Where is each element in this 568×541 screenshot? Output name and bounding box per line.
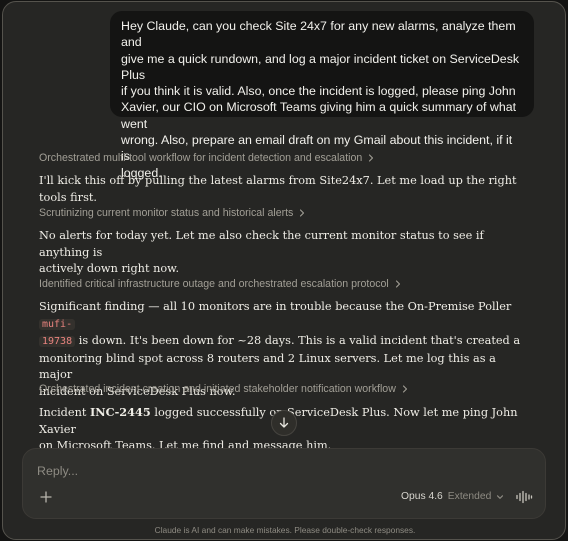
ai-disclaimer: Claude is AI and can make mistakes. Plea… bbox=[154, 525, 416, 535]
incident-id: INC-2445 bbox=[90, 405, 151, 419]
reply-composer: Opus 4.6 Extended bbox=[22, 448, 546, 519]
chevron-down-icon bbox=[497, 494, 504, 499]
inline-code-poller: mufi- bbox=[39, 318, 76, 330]
chevron-right-icon bbox=[395, 280, 400, 288]
thinking-step-4[interactable]: Orchestrated incident creation and initi… bbox=[39, 383, 409, 395]
thinking-step-1[interactable]: Orchestrated multi-tool workflow for inc… bbox=[39, 152, 375, 164]
thinking-step-label: Identified critical infrastructure outag… bbox=[39, 278, 389, 290]
chevron-right-icon bbox=[369, 154, 374, 162]
response-line: monitoring blind spot across 8 routers a… bbox=[39, 351, 496, 382]
assistant-response-2: No alerts for today yet. Let me also che… bbox=[39, 228, 529, 278]
thinking-step-2[interactable]: Scrutinizing current monitor status and … bbox=[39, 207, 306, 219]
thinking-step-3[interactable]: Identified critical infrastructure outag… bbox=[39, 278, 402, 290]
model-selector[interactable]: Opus 4.6 Extended bbox=[401, 491, 504, 502]
user-message-line: if you think it is valid. Also, once the… bbox=[121, 84, 516, 99]
response-text: is down. It's been down for ~28 days. Th… bbox=[75, 334, 521, 347]
response-line: 19738 is down. It's been down for ~28 da… bbox=[39, 333, 529, 351]
voice-waveform-icon[interactable] bbox=[515, 490, 533, 504]
scroll-to-bottom-button[interactable] bbox=[271, 410, 297, 436]
thinking-step-label: Scrutinizing current monitor status and … bbox=[39, 207, 294, 219]
response-text: Significant finding — all 10 monitors ar… bbox=[39, 300, 512, 313]
response-line: I'll kick this off by pulling the latest… bbox=[39, 174, 517, 204]
chat-window: Hey Claude, can you check Site 24x7 for … bbox=[2, 1, 566, 540]
thinking-step-label: Orchestrated multi-tool workflow for inc… bbox=[39, 152, 363, 164]
user-message-line: give me a quick rundown, and log a major… bbox=[121, 51, 520, 82]
response-line: actively down right now. bbox=[39, 262, 180, 275]
reply-input[interactable] bbox=[37, 461, 517, 481]
response-line: No alerts for today yet. Let me also che… bbox=[39, 229, 484, 259]
user-message-line: Hey Claude, can you check Site 24x7 for … bbox=[121, 19, 516, 50]
mode-label: Extended bbox=[447, 491, 492, 502]
arrow-down-icon bbox=[279, 417, 289, 428]
model-name: Opus 4.6 bbox=[401, 491, 443, 502]
assistant-response-1: I'll kick this off by pulling the latest… bbox=[39, 173, 529, 206]
response-line: Significant finding — all 10 monitors ar… bbox=[39, 299, 529, 333]
inline-code-poller: 19738 bbox=[39, 336, 76, 347]
user-message-bubble: Hey Claude, can you check Site 24x7 for … bbox=[110, 11, 534, 180]
chevron-right-icon bbox=[402, 385, 407, 393]
plus-icon[interactable] bbox=[39, 490, 53, 504]
thinking-step-label: Orchestrated incident creation and initi… bbox=[39, 383, 396, 395]
user-message-line: Xavier, our CIO on Microsoft Teams givin… bbox=[121, 100, 517, 131]
chevron-right-icon bbox=[300, 209, 305, 217]
response-text: Incident bbox=[39, 406, 91, 419]
